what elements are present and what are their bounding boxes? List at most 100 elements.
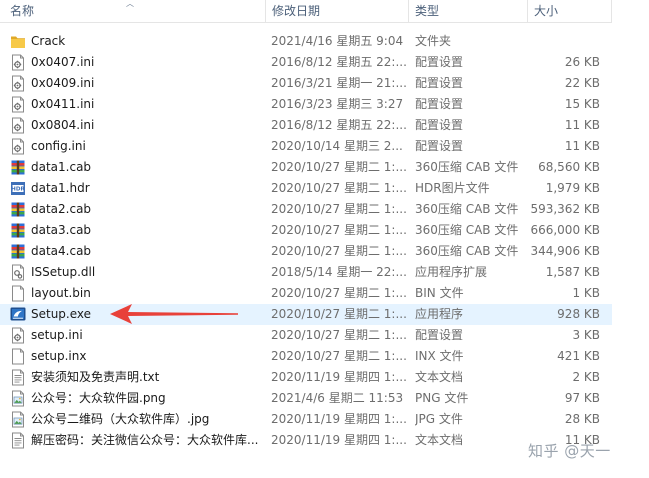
config-file-icon <box>10 117 26 134</box>
config-file-icon <box>10 327 26 344</box>
file-row[interactable]: HDR data1.hdr 2020/10/27 星期二 1:... HDR图片文件 1… <box>0 178 612 199</box>
file-name: data3.cab <box>31 223 92 237</box>
file-row[interactable]: setup.ini 2020/10/27 星期二 1:... 配置设置 3 KB <box>0 325 612 346</box>
file-row[interactable]: ISSetup.dll 2018/5/14 星期一 22:... 应用程序扩展 1,5… <box>0 262 612 283</box>
file-row[interactable]: 解压密码：关注微信公众号：大众软件库... 2020/11/19 星期四 1:..… <box>0 430 612 451</box>
file-explorer-view: ︿ 名称 修改日期 类型 大小 Crack 2021/4/16 星期五 9:04 文… <box>0 0 649 478</box>
blank-file-icon <box>10 348 26 365</box>
file-date: 2021/4/6 星期二 11:53 <box>271 391 404 405</box>
file-name: 公众号二维码（大众软件库）.jpg <box>31 412 210 426</box>
file-row[interactable]: data4.cab 2020/10/27 星期二 1:... 360压缩 CAB 文… <box>0 241 612 262</box>
file-size: 68,560 KB <box>538 160 600 174</box>
file-size: 22 KB <box>564 76 600 90</box>
file-row[interactable]: 0x0804.ini 2016/8/12 星期五 22:... 配置设置 11 KB <box>0 115 612 136</box>
file-name: ISSetup.dll <box>31 265 96 279</box>
text-file-icon <box>10 432 26 449</box>
column-header-date[interactable]: 修改日期 <box>266 0 409 22</box>
file-name: 0x0411.ini <box>31 97 95 111</box>
file-type: 360压缩 CAB 文件 <box>415 202 519 216</box>
file-date: 2020/10/27 星期二 1:... <box>271 349 407 363</box>
column-header-name[interactable]: 名称 <box>0 0 266 22</box>
archive-icon <box>10 243 26 260</box>
file-date: 2016/3/21 星期一 21:... <box>271 76 407 90</box>
file-size: 28 KB <box>564 412 600 426</box>
file-date: 2020/10/27 星期二 1:... <box>271 223 407 237</box>
file-date: 2016/8/12 星期五 22:... <box>271 118 407 132</box>
file-row[interactable]: 0x0411.ini 2016/3/23 星期三 3:27 配置设置 15 KB <box>0 94 612 115</box>
config-file-icon <box>10 54 26 71</box>
column-header-size[interactable]: 大小 <box>528 0 612 22</box>
file-name: 解压密码：关注微信公众号：大众软件库... <box>31 433 259 447</box>
config-file-icon <box>10 96 26 113</box>
file-name: config.ini <box>31 139 86 153</box>
zhihu-watermark: 知乎 @天一 <box>528 442 611 460</box>
file-type: 文本文档 <box>415 370 464 384</box>
file-date: 2020/10/27 星期二 1:... <box>271 202 407 216</box>
file-name: layout.bin <box>31 286 91 300</box>
file-type: 文本文档 <box>415 433 464 447</box>
file-date: 2021/4/16 星期五 9:04 <box>271 34 404 48</box>
file-name: 0x0407.ini <box>31 55 95 69</box>
file-type: 配置设置 <box>415 118 464 132</box>
file-row[interactable]: 公众号：大众软件园.png 2021/4/6 星期二 11:53 PNG 文件 97 … <box>0 388 612 409</box>
file-type: 360压缩 CAB 文件 <box>415 244 519 258</box>
file-row[interactable]: setup.inx 2020/10/27 星期二 1:... INX 文件 421 K… <box>0 346 612 367</box>
file-date: 2018/5/14 星期一 22:... <box>271 265 407 279</box>
file-name: Crack <box>31 34 66 48</box>
archive-icon <box>10 159 26 176</box>
file-type: 应用程序扩展 <box>415 265 488 279</box>
file-size: 3 KB <box>572 328 600 342</box>
file-name: data1.cab <box>31 160 92 174</box>
file-row[interactable]: 安装须知及免责声明.txt 2020/11/19 星期四 1:... 文本文档 2 K… <box>0 367 612 388</box>
folder-icon <box>10 33 26 50</box>
file-name: setup.inx <box>31 349 87 363</box>
blank-file-icon <box>10 285 26 302</box>
file-name: 0x0409.ini <box>31 76 95 90</box>
file-date: 2020/11/19 星期四 1:... <box>271 370 407 384</box>
file-row[interactable]: layout.bin 2020/10/27 星期二 1:... BIN 文件 1 KB <box>0 283 612 304</box>
file-type: HDR图片文件 <box>415 181 490 195</box>
setup-app-icon <box>10 306 26 323</box>
red-arrow-annotation <box>110 304 238 324</box>
file-row[interactable]: data2.cab 2020/10/27 星期二 1:... 360压缩 CAB 文… <box>0 199 612 220</box>
file-name: 公众号：大众软件园.png <box>31 391 166 405</box>
file-row[interactable]: data3.cab 2020/10/27 星期二 1:... 360压缩 CAB 文… <box>0 220 612 241</box>
file-size: 2 KB <box>572 370 600 384</box>
file-name: 安装须知及免责声明.txt <box>31 370 160 384</box>
svg-text:HDR: HDR <box>11 187 25 193</box>
column-header-bar: ︿ 名称 修改日期 类型 大小 <box>0 0 612 23</box>
file-size: 344,906 KB <box>530 244 600 258</box>
file-size <box>530 31 600 52</box>
column-header-type[interactable]: 类型 <box>409 0 528 22</box>
file-size: 97 KB <box>564 391 600 405</box>
file-type: 应用程序 <box>415 307 464 321</box>
file-date: 2020/10/27 星期二 1:... <box>271 328 407 342</box>
file-date: 2016/3/23 星期三 3:27 <box>271 97 404 111</box>
file-date: 2016/8/12 星期五 22:... <box>271 55 407 69</box>
file-size: 15 KB <box>564 97 600 111</box>
file-name: data2.cab <box>31 202 92 216</box>
file-row[interactable]: data1.cab 2020/10/27 星期二 1:... 360压缩 CAB 文… <box>0 157 612 178</box>
config-file-icon <box>10 138 26 155</box>
text-file-icon <box>10 369 26 386</box>
file-date: 2020/11/19 星期四 1:... <box>271 433 407 447</box>
file-row[interactable]: 公众号二维码（大众软件库）.jpg 2020/11/19 星期四 1:... JPG… <box>0 409 612 430</box>
file-list: Crack 2021/4/16 星期五 9:04 文件夹 0x0407.ini 2016… <box>0 31 612 451</box>
file-type: 配置设置 <box>415 55 464 69</box>
file-row[interactable]: Crack 2021/4/16 星期五 9:04 文件夹 <box>0 31 612 52</box>
file-row[interactable]: 0x0409.ini 2016/3/21 星期一 21:... 配置设置 22 KB <box>0 73 612 94</box>
file-date: 2020/10/14 星期三 2... <box>271 139 403 153</box>
file-date: 2020/10/27 星期二 1:... <box>271 160 407 174</box>
file-size: 928 KB <box>557 307 600 321</box>
file-date: 2020/10/27 星期二 1:... <box>271 244 407 258</box>
file-size: 1,979 KB <box>545 181 600 195</box>
file-type: BIN 文件 <box>415 286 464 300</box>
file-type: 配置设置 <box>415 76 464 90</box>
file-row[interactable]: config.ini 2020/10/14 星期三 2... 配置设置 11 KB <box>0 136 612 157</box>
file-type: JPG 文件 <box>415 412 463 426</box>
file-row-setup-exe[interactable]: Setup.exe 2020/10/27 星期二 1:... 应用程序 928 KB <box>0 304 612 325</box>
file-row[interactable]: 0x0407.ini 2016/8/12 星期五 22:... 配置设置 26 KB <box>0 52 612 73</box>
file-type: INX 文件 <box>415 349 464 363</box>
config-file-icon <box>10 75 26 92</box>
file-type: 文件夹 <box>415 34 452 48</box>
